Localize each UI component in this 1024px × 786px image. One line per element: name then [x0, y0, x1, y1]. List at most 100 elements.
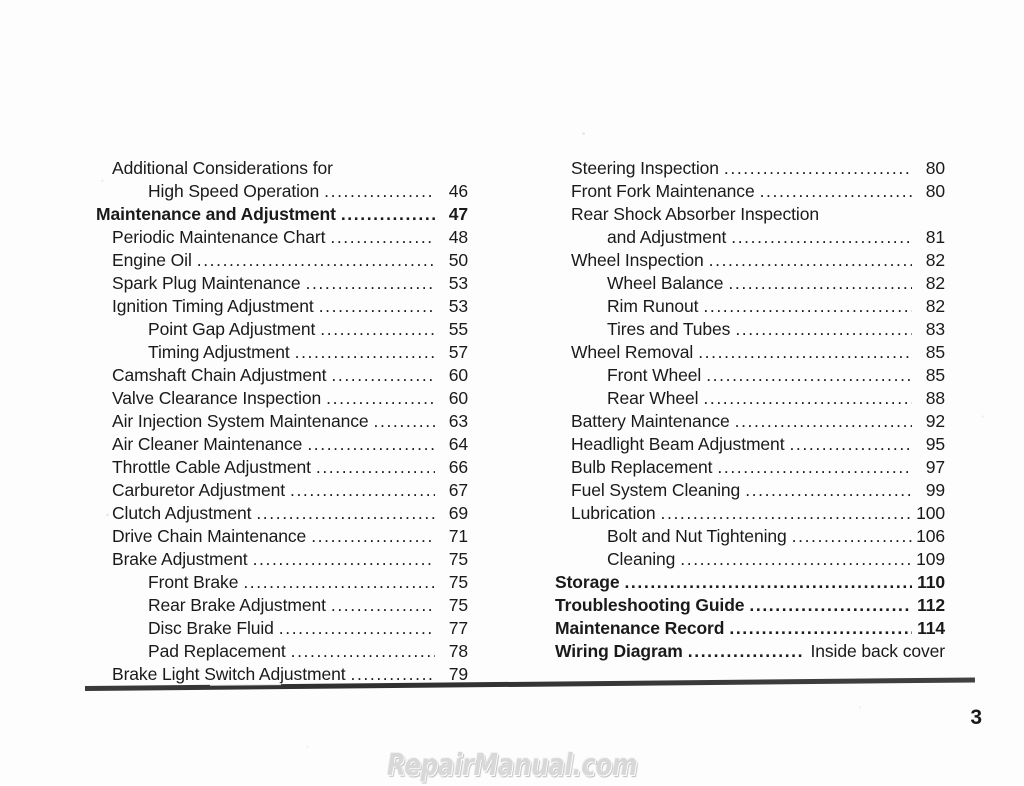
toc-entry-page-number: 100 [916, 503, 945, 523]
toc-leader-dots [661, 505, 912, 523]
toc-entry[interactable]: Ignition Timing Adjustment 53 [96, 296, 468, 319]
toc-entry-label: Steering Inspection [571, 158, 719, 178]
toc-entry[interactable]: Fuel System Cleaning 99 [555, 480, 945, 503]
toc-entry-page-number: 60 [448, 365, 468, 385]
toc-entry-page-number: 106 [916, 526, 945, 546]
toc-entry[interactable]: Rear Shock Absorber Inspection [555, 204, 945, 227]
toc-entry-page-number: 69 [448, 503, 468, 523]
toc-leader-dots [749, 597, 912, 615]
toc-leader-dots [729, 620, 912, 638]
toc-entry[interactable]: Carburetor Adjustment 67 [96, 480, 468, 503]
toc-entry[interactable]: Timing Adjustment 57 [96, 342, 468, 365]
toc-entry-label: Front Brake [148, 572, 239, 592]
toc-entry-page-number: 63 [448, 411, 468, 431]
toc-entry[interactable]: Camshaft Chain Adjustment 60 [96, 365, 468, 388]
toc-entry-page-number: 99 [925, 480, 945, 500]
toc-entry-label: Battery Maintenance [571, 411, 730, 431]
toc-entry[interactable]: Air Cleaner Maintenance 64 [96, 434, 468, 457]
toc-entry-label: Point Gap Adjustment [148, 319, 316, 339]
toc-leader-dots [735, 321, 912, 339]
toc-entry-page-number: 110 [917, 572, 945, 592]
toc-entry[interactable]: Front Fork Maintenance 80 [555, 181, 945, 204]
toc-entry[interactable]: Maintenance and Adjustment 47 [96, 204, 468, 227]
toc-entry[interactable]: Wheel Inspection 82 [555, 250, 945, 273]
toc-entry-label: Throttle Cable Adjustment [112, 457, 311, 477]
toc-entry[interactable]: Steering Inspection 80 [555, 158, 945, 181]
toc-entry-page-number: 48 [448, 227, 468, 247]
toc-entry[interactable]: Cleaning 109 [555, 549, 945, 572]
toc-leader-dots [311, 528, 435, 546]
toc-entry[interactable]: Engine Oil 50 [96, 250, 468, 273]
page-number: 3 [970, 706, 982, 729]
toc-entry[interactable]: Bolt and Nut Tightening 106 [555, 526, 945, 549]
toc-entry-page-number: 60 [448, 388, 468, 408]
toc-entry-label: Front Fork Maintenance [571, 181, 755, 201]
toc-entry-page-number: 71 [448, 526, 468, 546]
toc-entry[interactable]: Front Wheel 85 [555, 365, 945, 388]
toc-leader-dots [731, 229, 912, 247]
toc-entry[interactable]: Lubrication 100 [555, 503, 945, 526]
toc-entry-label: Tires and Tubes [607, 319, 731, 339]
toc-entry[interactable]: Periodic Maintenance Chart 48 [96, 227, 468, 250]
toc-entry-label: Ignition Timing Adjustment [112, 296, 314, 316]
toc-entry-page-number: 50 [448, 250, 468, 270]
toc-entry-label: Bolt and Nut Tightening [607, 526, 787, 546]
toc-entry[interactable]: Wiring Diagram Inside back cover [555, 641, 945, 664]
toc-leader-dots [331, 597, 435, 615]
toc-entry-page-number: 64 [448, 434, 468, 454]
toc-entry[interactable]: Throttle Cable Adjustment 66 [96, 457, 468, 480]
toc-entry[interactable]: Battery Maintenance 92 [555, 411, 945, 434]
toc-entry[interactable]: Wheel Balance 82 [555, 273, 945, 296]
toc-column-left: Additional Considerations for High Speed … [96, 158, 468, 687]
toc-leader-dots [279, 620, 435, 638]
toc-leader-dots [295, 344, 435, 362]
toc-entry[interactable]: Clutch Adjustment 69 [96, 503, 468, 526]
toc-entry[interactable]: Bulb Replacement 97 [555, 457, 945, 480]
toc-entry-label: Periodic Maintenance Chart [112, 227, 326, 247]
toc-entry-page-number: 85 [925, 342, 945, 362]
toc-leader-dots [197, 252, 435, 270]
toc-entry[interactable]: Spark Plug Maintenance 53 [96, 273, 468, 296]
toc-entry[interactable]: Wheel Removal 85 [555, 342, 945, 365]
toc-leader-dots [717, 459, 912, 477]
toc-entry[interactable]: Brake Adjustment 75 [96, 549, 468, 572]
toc-entry[interactable]: Pad Replacement 78 [96, 641, 468, 664]
toc-entry[interactable]: Point Gap Adjustment 55 [96, 319, 468, 342]
toc-entry[interactable]: Air Injection System Maintenance 63 [96, 411, 468, 434]
toc-entry[interactable]: Rear Brake Adjustment 75 [96, 595, 468, 618]
toc-entry[interactable]: Tires and Tubes 83 [555, 319, 945, 342]
toc-entry[interactable]: Disc Brake Fluid 77 [96, 618, 468, 641]
toc-entry-page-number: 75 [448, 549, 468, 569]
toc-entry-label: Drive Chain Maintenance [112, 526, 307, 546]
toc-entry[interactable]: Rim Runout 82 [555, 296, 945, 319]
toc-entry-page-number: 81 [925, 227, 945, 247]
toc-entry[interactable]: Maintenance Record 114 [555, 618, 945, 641]
toc-entry-label: Maintenance Record [555, 618, 725, 638]
toc-leader-dots [307, 436, 435, 454]
toc-entry-page-number: 97 [925, 457, 945, 477]
toc-entry-label: Rim Runout [607, 296, 699, 316]
toc-entry[interactable]: Storage 110 [555, 572, 945, 595]
toc-entry[interactable]: Valve Clearance Inspection 60 [96, 388, 468, 411]
toc-entry-label: Rear Wheel [607, 388, 699, 408]
toc-leader-dots [374, 413, 435, 431]
toc-entry[interactable]: Troubleshooting Guide 112 [555, 595, 945, 618]
toc-entry-label: Carburetor Adjustment [112, 480, 285, 500]
toc-leader-dots [792, 528, 912, 546]
toc-entry-page-number: 83 [925, 319, 945, 339]
toc-entry[interactable]: Front Brake 75 [96, 572, 468, 595]
toc-entry[interactable]: Drive Chain Maintenance 71 [96, 526, 468, 549]
toc-entry[interactable]: Headlight Beam Adjustment 95 [555, 434, 945, 457]
toc-leader-dots [316, 459, 435, 477]
toc-entry-label: Timing Adjustment [148, 342, 290, 362]
toc-leader-dots [709, 252, 912, 270]
toc-leader-dots [703, 298, 912, 316]
toc-entry[interactable]: Rear Wheel 88 [555, 388, 945, 411]
toc-leader-dots [330, 229, 435, 247]
toc-entry-page-number: 85 [925, 365, 945, 385]
toc-entry[interactable]: Additional Considerations for [96, 158, 468, 181]
toc-entry-label: Additional Considerations for [112, 158, 333, 178]
toc-entry[interactable]: High Speed Operation 46 [96, 181, 468, 204]
toc-leader-dots [688, 643, 802, 661]
toc-entry[interactable]: and Adjustment 81 [555, 227, 945, 250]
